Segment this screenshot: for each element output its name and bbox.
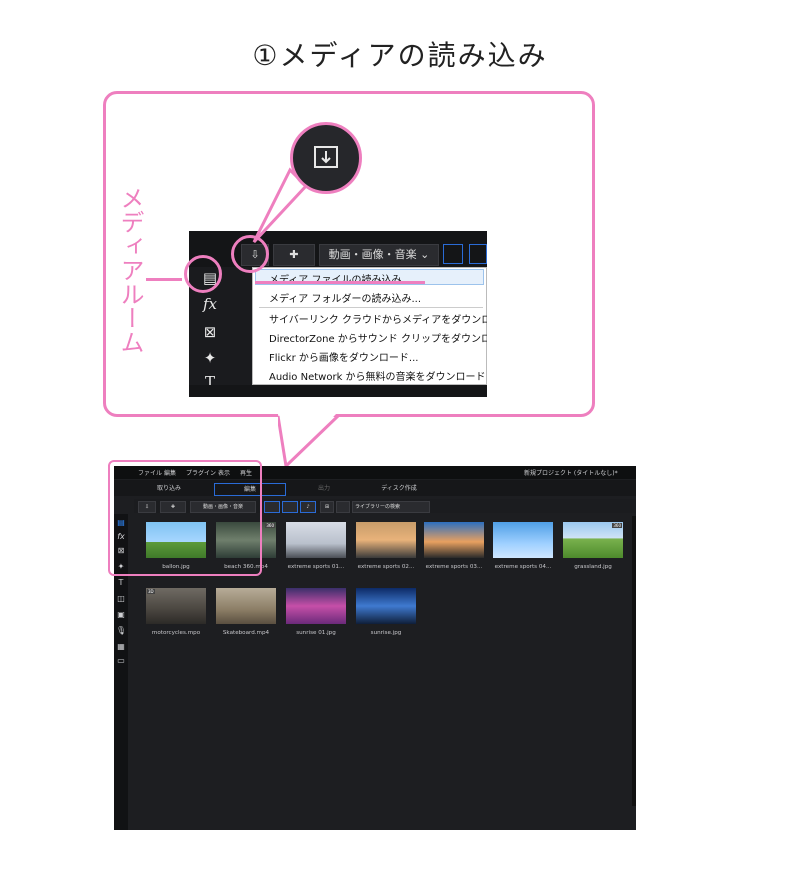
video-filter-button[interactable] bbox=[443, 244, 463, 264]
menu-item-cloud[interactable]: サイバーリンク クラウドからメディアをダウンロード... bbox=[269, 311, 487, 326]
menu-item-flickr[interactable]: Flickr から画像をダウンロード... bbox=[269, 349, 418, 364]
media-type-label: 動画・画像・音楽 bbox=[328, 248, 417, 261]
subtitle-room-icon[interactable]: ▭ bbox=[116, 656, 126, 665]
media-thumbnail[interactable] bbox=[216, 588, 276, 624]
title-room-icon[interactable]: T bbox=[116, 578, 126, 587]
media-badge: 360 bbox=[612, 523, 622, 528]
label-pointer-line bbox=[146, 278, 182, 281]
import-icon bbox=[314, 146, 338, 168]
media-caption: sunrise 01.jpg bbox=[296, 630, 336, 636]
media-caption: sunrise.jpg bbox=[370, 630, 402, 636]
highlight-region bbox=[108, 460, 262, 576]
media-type-dropdown[interactable]: 動画・画像・音楽 ⌄ bbox=[319, 244, 439, 266]
menu-separator bbox=[259, 307, 483, 308]
media-badge: 360 bbox=[265, 523, 275, 528]
media-thumbnail[interactable] bbox=[493, 522, 553, 558]
list-view-button[interactable] bbox=[336, 501, 350, 513]
media-thumbnail[interactable]: 360 bbox=[563, 522, 623, 558]
zoom-bottom-strip bbox=[189, 385, 487, 397]
media-thumbnail[interactable] bbox=[424, 522, 484, 558]
grid-view-button[interactable]: ⊞ bbox=[320, 501, 334, 513]
magnifier-circle bbox=[290, 122, 362, 194]
image-filter-button[interactable] bbox=[282, 501, 298, 513]
pip-room-icon[interactable]: ⊠ bbox=[197, 323, 223, 345]
tab-output[interactable]: 出力 bbox=[294, 483, 354, 494]
media-caption: motorcycles.mpo bbox=[151, 630, 201, 636]
voice-record-icon[interactable]: 🎙 bbox=[116, 626, 126, 635]
image-filter-button[interactable] bbox=[469, 244, 487, 264]
media-room-highlight bbox=[184, 255, 222, 293]
media-thumbnail[interactable] bbox=[356, 522, 416, 558]
library-search-input[interactable]: ライブラリーの検索 bbox=[352, 501, 430, 513]
video-filter-button[interactable] bbox=[264, 501, 280, 513]
media-caption: extreme sports 01... bbox=[287, 564, 345, 570]
callout-tail bbox=[278, 414, 340, 470]
menu-underline bbox=[255, 281, 425, 284]
media-caption: extreme sports 02... bbox=[357, 564, 415, 570]
menu-item-directorzone[interactable]: DirectorZone からサウンド クリップをダウンロード... bbox=[269, 330, 487, 345]
tab-disc[interactable]: ディスク作成 bbox=[364, 483, 434, 494]
media-thumbnail[interactable] bbox=[286, 588, 346, 624]
media-caption: Skateboard.mp4 bbox=[222, 630, 270, 636]
menu-item-audio-network[interactable]: Audio Network から無料の音楽をダウンロード bbox=[269, 368, 486, 383]
particle-room-icon[interactable]: ✦ bbox=[197, 349, 223, 371]
media-thumbnail[interactable] bbox=[356, 588, 416, 624]
media-caption: extreme sports 03... bbox=[425, 564, 483, 570]
import-menu: メディア ファイルの読み込み... メディア フォルダーの読み込み... サイバ… bbox=[252, 267, 487, 385]
media-room-label: メディアルーム bbox=[116, 186, 144, 354]
page-title: ①メディアの読み込み bbox=[252, 39, 548, 72]
media-badge: 3D bbox=[147, 589, 155, 594]
library-scrollbar[interactable] bbox=[632, 516, 636, 806]
media-thumbnail[interactable] bbox=[286, 522, 346, 558]
menu-item-import-folder[interactable]: メディア フォルダーの読み込み... bbox=[269, 290, 421, 305]
fx-room-icon[interactable]: fx bbox=[197, 295, 223, 317]
media-thumbnail[interactable]: 3D bbox=[146, 588, 206, 624]
audio-filter-button[interactable]: ♪ bbox=[300, 501, 316, 513]
chapter-room-icon[interactable]: ▦ bbox=[116, 642, 126, 651]
project-title: 新規プロジェクト (タイトルなし)* bbox=[524, 470, 618, 477]
media-caption: grassland.jpg bbox=[574, 564, 612, 570]
audio-mixing-icon[interactable]: ▣ bbox=[116, 610, 126, 619]
transition-room-icon[interactable]: ◫ bbox=[116, 594, 126, 603]
media-caption: extreme sports 04... bbox=[494, 564, 552, 570]
